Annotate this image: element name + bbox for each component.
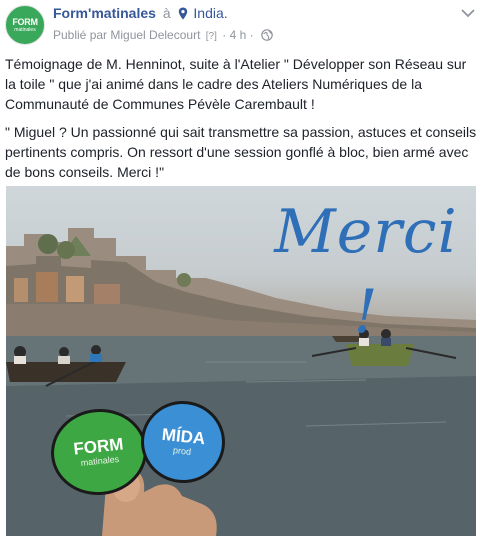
post-title-line: Form'matinales à India. bbox=[53, 5, 228, 23]
at-word: à bbox=[162, 5, 171, 21]
post-time[interactable]: 4 h bbox=[230, 28, 247, 42]
meta-separator: · bbox=[222, 28, 227, 42]
post-photo[interactable]: Merci ! FORM matinales MÍDA prod bbox=[6, 186, 476, 536]
sticker-mida-big: MÍDA bbox=[160, 424, 207, 449]
merci-text: Merci ! bbox=[274, 197, 458, 347]
post-header: FORM matinales Form'matinales à India. P… bbox=[0, 0, 484, 52]
post-text: Témoignage de M. Henninot, suite à l'Ate… bbox=[5, 54, 477, 190]
post-paragraph-2: " Miguel ? Un passionné qui sait transme… bbox=[5, 124, 477, 180]
sticker-mida-small: prod bbox=[172, 445, 192, 457]
location-link[interactable]: India. bbox=[193, 5, 227, 21]
page-name-link[interactable]: Form'matinales bbox=[53, 5, 156, 21]
help-mark[interactable]: [?] bbox=[206, 31, 217, 42]
page-avatar[interactable]: FORM matinales bbox=[5, 5, 45, 45]
post-paragraph-1: Témoignage de M. Henninot, suite à l'Ate… bbox=[5, 56, 467, 112]
public-globe-icon[interactable] bbox=[261, 29, 273, 44]
meta-separator2: · bbox=[249, 28, 254, 42]
avatar-line2: matinales bbox=[14, 26, 36, 33]
location-pin-icon bbox=[178, 7, 188, 23]
post-options-chevron-icon[interactable] bbox=[460, 6, 476, 18]
post-meta-line: Publié par Miguel Delecourt [?] · 4 h · bbox=[53, 28, 273, 44]
published-by[interactable]: Publié par Miguel Delecourt bbox=[53, 28, 200, 42]
avatar-line1: FORM bbox=[12, 16, 38, 27]
